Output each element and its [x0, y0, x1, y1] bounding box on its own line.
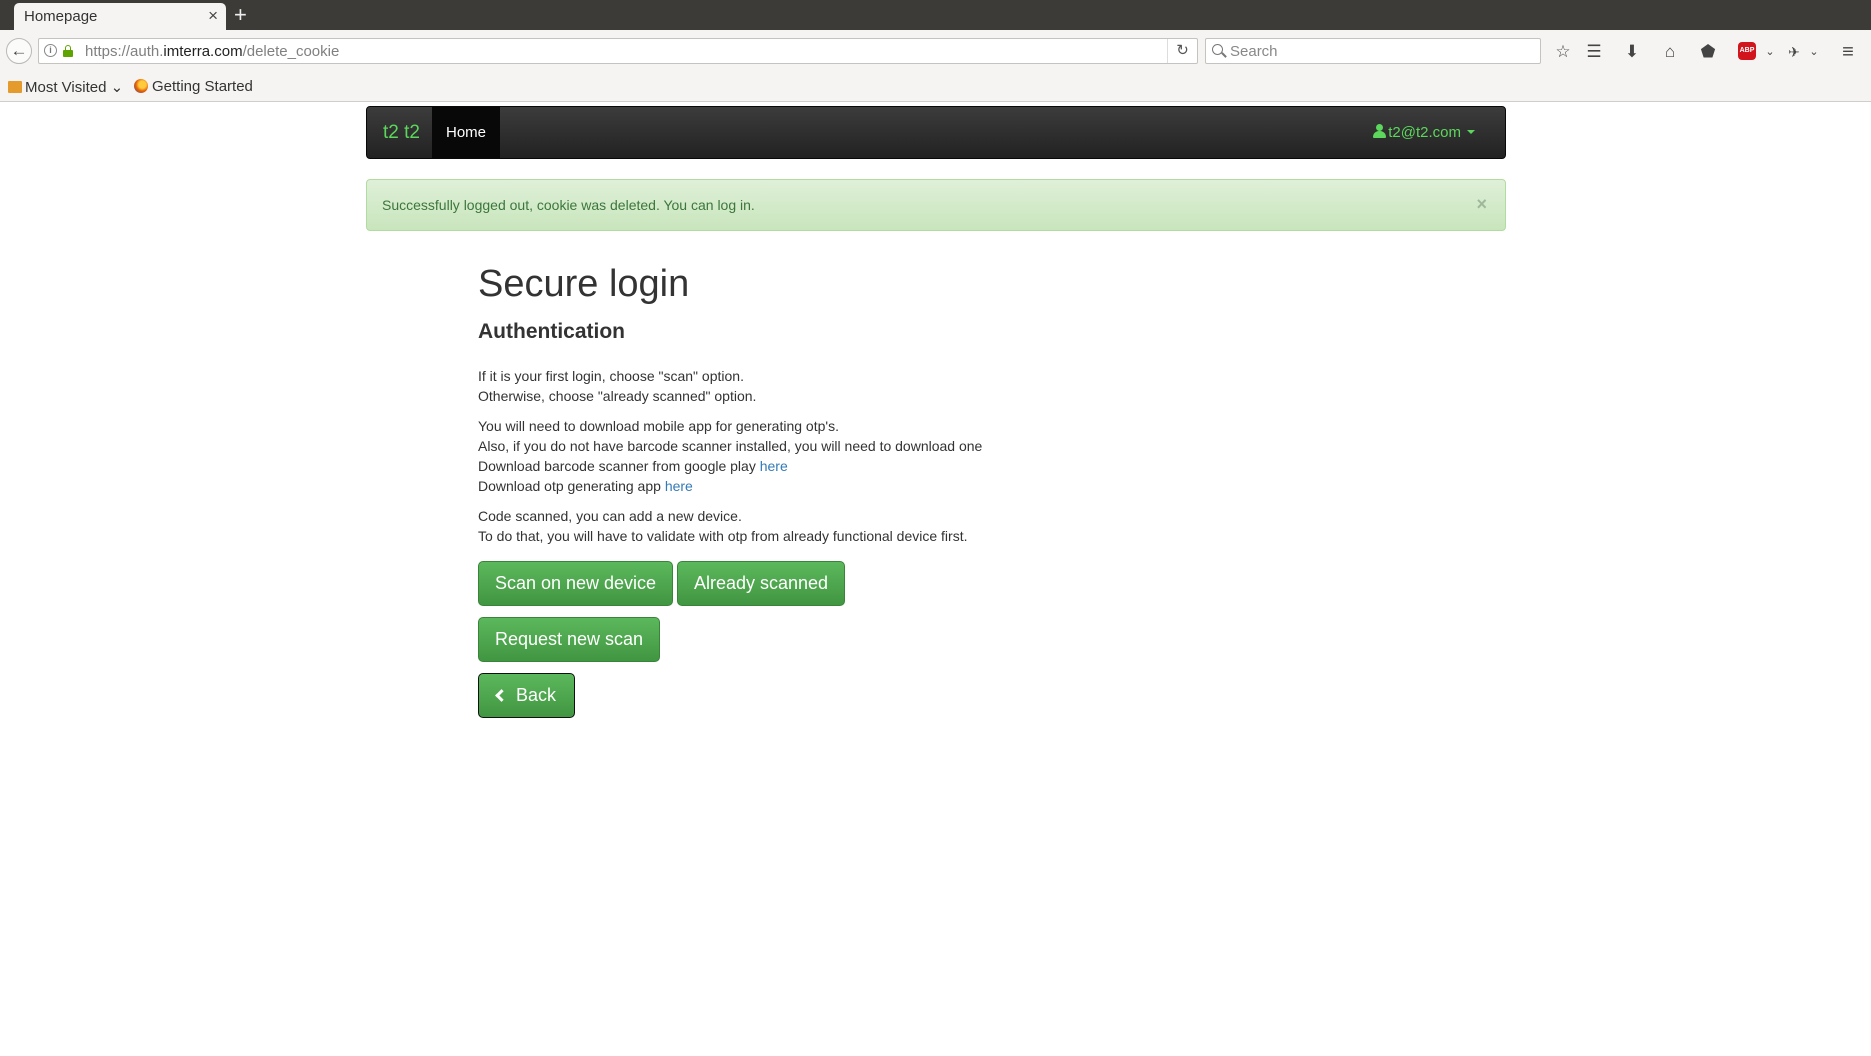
alert-message: Successfully logged out, cookie was dele…	[382, 197, 755, 213]
alert-close-icon[interactable]: ×	[1476, 194, 1487, 215]
folder-icon	[8, 81, 22, 93]
barcode-scanner-link[interactable]: here	[760, 458, 788, 474]
hamburger-menu-icon[interactable]: ≡	[1837, 41, 1859, 63]
page-subtitle: Authentication	[478, 319, 625, 343]
login-content: Secure login Authentication If it is you…	[478, 262, 1178, 546]
chevron-down-icon[interactable]: ⌄	[1803, 41, 1825, 63]
back-button[interactable]: Back	[478, 673, 575, 718]
user-dropdown[interactable]: t2@t2.com	[1373, 124, 1475, 141]
bookmark-most-visited[interactable]: Most Visited ⌄	[8, 78, 123, 96]
extension-icon[interactable]: ✈	[1783, 41, 1805, 63]
search-placeholder: Search	[1230, 43, 1278, 60]
scanned-text: Code scanned, you can add a new device. …	[478, 507, 968, 544]
new-tab-icon[interactable]: +	[234, 2, 247, 28]
tab-close-icon[interactable]: ×	[208, 6, 218, 26]
reload-icon[interactable]: ↻	[1167, 39, 1197, 63]
browser-tab-bar: Homepage × +	[0, 0, 1871, 30]
user-icon	[1373, 124, 1387, 138]
request-new-scan-button[interactable]: Request new scan	[478, 617, 660, 662]
firefox-icon	[134, 79, 148, 93]
adblock-icon[interactable]: ABP	[1738, 42, 1756, 60]
success-alert: Successfully logged out, cookie was dele…	[366, 179, 1506, 231]
info-icon[interactable]: i	[44, 44, 57, 57]
scan-new-device-button[interactable]: Scan on new device	[478, 561, 673, 606]
url-text[interactable]: https://auth.imterra.com/delete_cookie	[85, 43, 339, 60]
pocket-icon[interactable]: ⬟	[1697, 41, 1719, 63]
tab-title: Homepage	[24, 8, 98, 25]
chevron-down-icon[interactable]: ⌄	[1759, 41, 1781, 63]
bookmark-getting-started[interactable]: Getting Started	[134, 78, 253, 95]
caret-down-icon	[1467, 130, 1475, 134]
reading-list-icon[interactable]: ☰	[1583, 41, 1605, 63]
url-bar[interactable]: i https://auth.imterra.com/delete_cookie…	[38, 38, 1198, 64]
lock-icon[interactable]	[63, 45, 73, 57]
otp-app-link[interactable]: here	[665, 478, 693, 494]
brand-link[interactable]: t2 t2	[383, 122, 420, 144]
home-icon[interactable]: ⌂	[1659, 41, 1681, 63]
page-title: Secure login	[478, 263, 690, 305]
browser-tab[interactable]: Homepage ×	[14, 3, 226, 30]
chevron-left-icon	[495, 689, 508, 702]
download-text: You will need to download mobile app for…	[478, 417, 983, 494]
nav-home-link[interactable]: Home	[432, 107, 500, 158]
bookmarks-toolbar: Most Visited ⌄ Getting Started	[0, 72, 1871, 102]
already-scanned-button[interactable]: Already scanned	[677, 561, 845, 606]
back-arrow-icon[interactable]: ←	[6, 38, 32, 64]
downloads-icon[interactable]: ⬇	[1621, 41, 1643, 63]
site-navbar: t2 t2 Home t2@t2.com	[366, 106, 1506, 159]
browser-toolbar: ← i https://auth.imterra.com/delete_cook…	[0, 30, 1871, 72]
browser-search-input[interactable]: Search	[1205, 38, 1541, 64]
intro-text: If it is your first login, choose "scan"…	[478, 367, 757, 404]
bookmark-star-icon[interactable]: ☆	[1552, 41, 1574, 63]
search-icon	[1212, 44, 1223, 55]
